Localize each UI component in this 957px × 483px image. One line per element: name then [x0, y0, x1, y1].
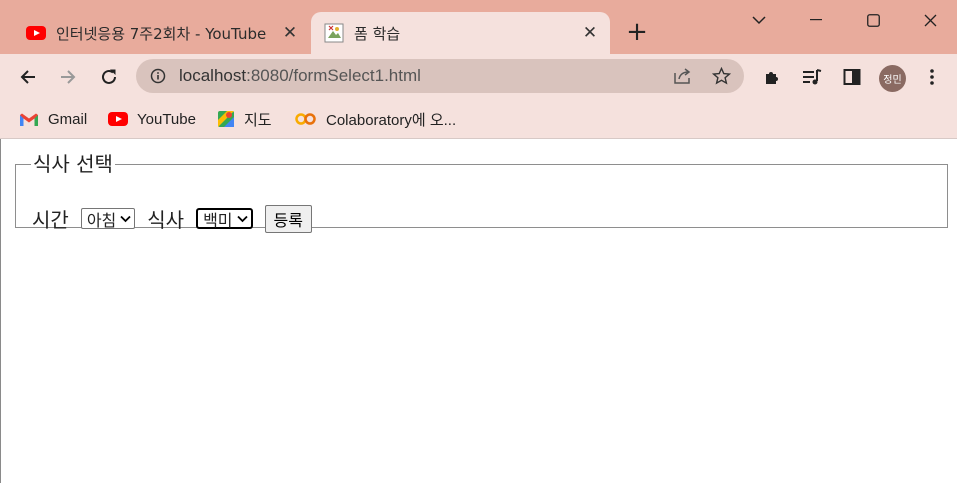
page-content: 식사 선택 시간 아침 식사 백미 등록: [0, 139, 957, 483]
meal-select-value: 백미: [203, 210, 233, 230]
bookmark-label: Gmail: [48, 110, 88, 128]
gmail-icon: [19, 112, 39, 127]
bookmark-colab[interactable]: Colaboratory에 오...: [295, 108, 456, 130]
bookmarks-bar: Gmail YouTube 지도 Colaboratory에 오...: [0, 100, 957, 139]
extensions-icon[interactable]: [757, 62, 787, 92]
maximize-button[interactable]: [858, 8, 888, 32]
tab-youtube[interactable]: 인터넷응용 7주2회차 - YouTube ✕: [14, 12, 310, 54]
youtube-icon: [108, 112, 128, 126]
fieldset-legend: 식사 선택: [33, 152, 113, 176]
toolbar: localhost:8080/formSelect1.html 정민: [0, 54, 957, 100]
address-bar[interactable]: localhost:8080/formSelect1.html: [136, 59, 744, 93]
back-button[interactable]: [13, 62, 43, 92]
bookmark-maps[interactable]: 지도: [217, 108, 272, 130]
side-panel-icon[interactable]: [837, 62, 867, 92]
bookmark-label: YouTube: [137, 110, 196, 128]
broken-image-icon: [324, 23, 344, 43]
time-select[interactable]: 아침: [80, 208, 136, 230]
meal-fieldset: 식사 선택 시간 아침 식사 백미 등록: [15, 152, 948, 233]
close-window-button[interactable]: [915, 8, 945, 32]
bookmark-youtube[interactable]: YouTube: [108, 108, 196, 130]
chevron-down-icon: [120, 215, 131, 223]
reload-button[interactable]: [94, 62, 124, 92]
tab-form[interactable]: 폼 학습 ✕: [311, 12, 610, 54]
close-tab-icon[interactable]: ✕: [280, 23, 300, 43]
time-label: 시간: [32, 208, 69, 232]
tab-search-icon[interactable]: [744, 8, 774, 32]
menu-icon[interactable]: [917, 62, 947, 92]
bookmark-label: 지도: [244, 111, 272, 129]
title-bar: 인터넷응용 7주2회차 - YouTube ✕ 폼 학습 ✕ +: [0, 0, 957, 54]
maps-icon: [217, 110, 235, 128]
forward-button[interactable]: [53, 62, 83, 92]
new-tab-button[interactable]: +: [624, 19, 650, 46]
media-control-icon[interactable]: [797, 62, 827, 92]
minimize-button[interactable]: [801, 8, 831, 32]
meal-select[interactable]: 백미: [196, 208, 253, 230]
tab-title: 인터넷응용 7주2회차 - YouTube: [56, 24, 267, 43]
bookmark-star-icon[interactable]: [712, 67, 731, 85]
submit-button[interactable]: 등록: [264, 204, 312, 233]
youtube-icon: [26, 26, 46, 40]
profile-avatar[interactable]: 정민: [879, 65, 906, 92]
close-tab-icon[interactable]: ✕: [580, 23, 600, 43]
url-text[interactable]: localhost:8080/formSelect1.html: [179, 66, 421, 86]
chevron-down-icon: [236, 215, 248, 223]
bookmark-label: Colaboratory에 오...: [326, 111, 457, 129]
bookmark-gmail[interactable]: Gmail: [19, 108, 87, 130]
time-select-value: 아침: [86, 210, 117, 230]
form-row: 시간 아침 식사 백미 등록: [32, 204, 312, 233]
tab-title: 폼 학습: [354, 24, 401, 43]
share-icon[interactable]: [673, 67, 692, 85]
colab-icon: [295, 112, 317, 126]
info-icon[interactable]: [150, 68, 166, 84]
meal-label: 식사: [147, 208, 185, 232]
